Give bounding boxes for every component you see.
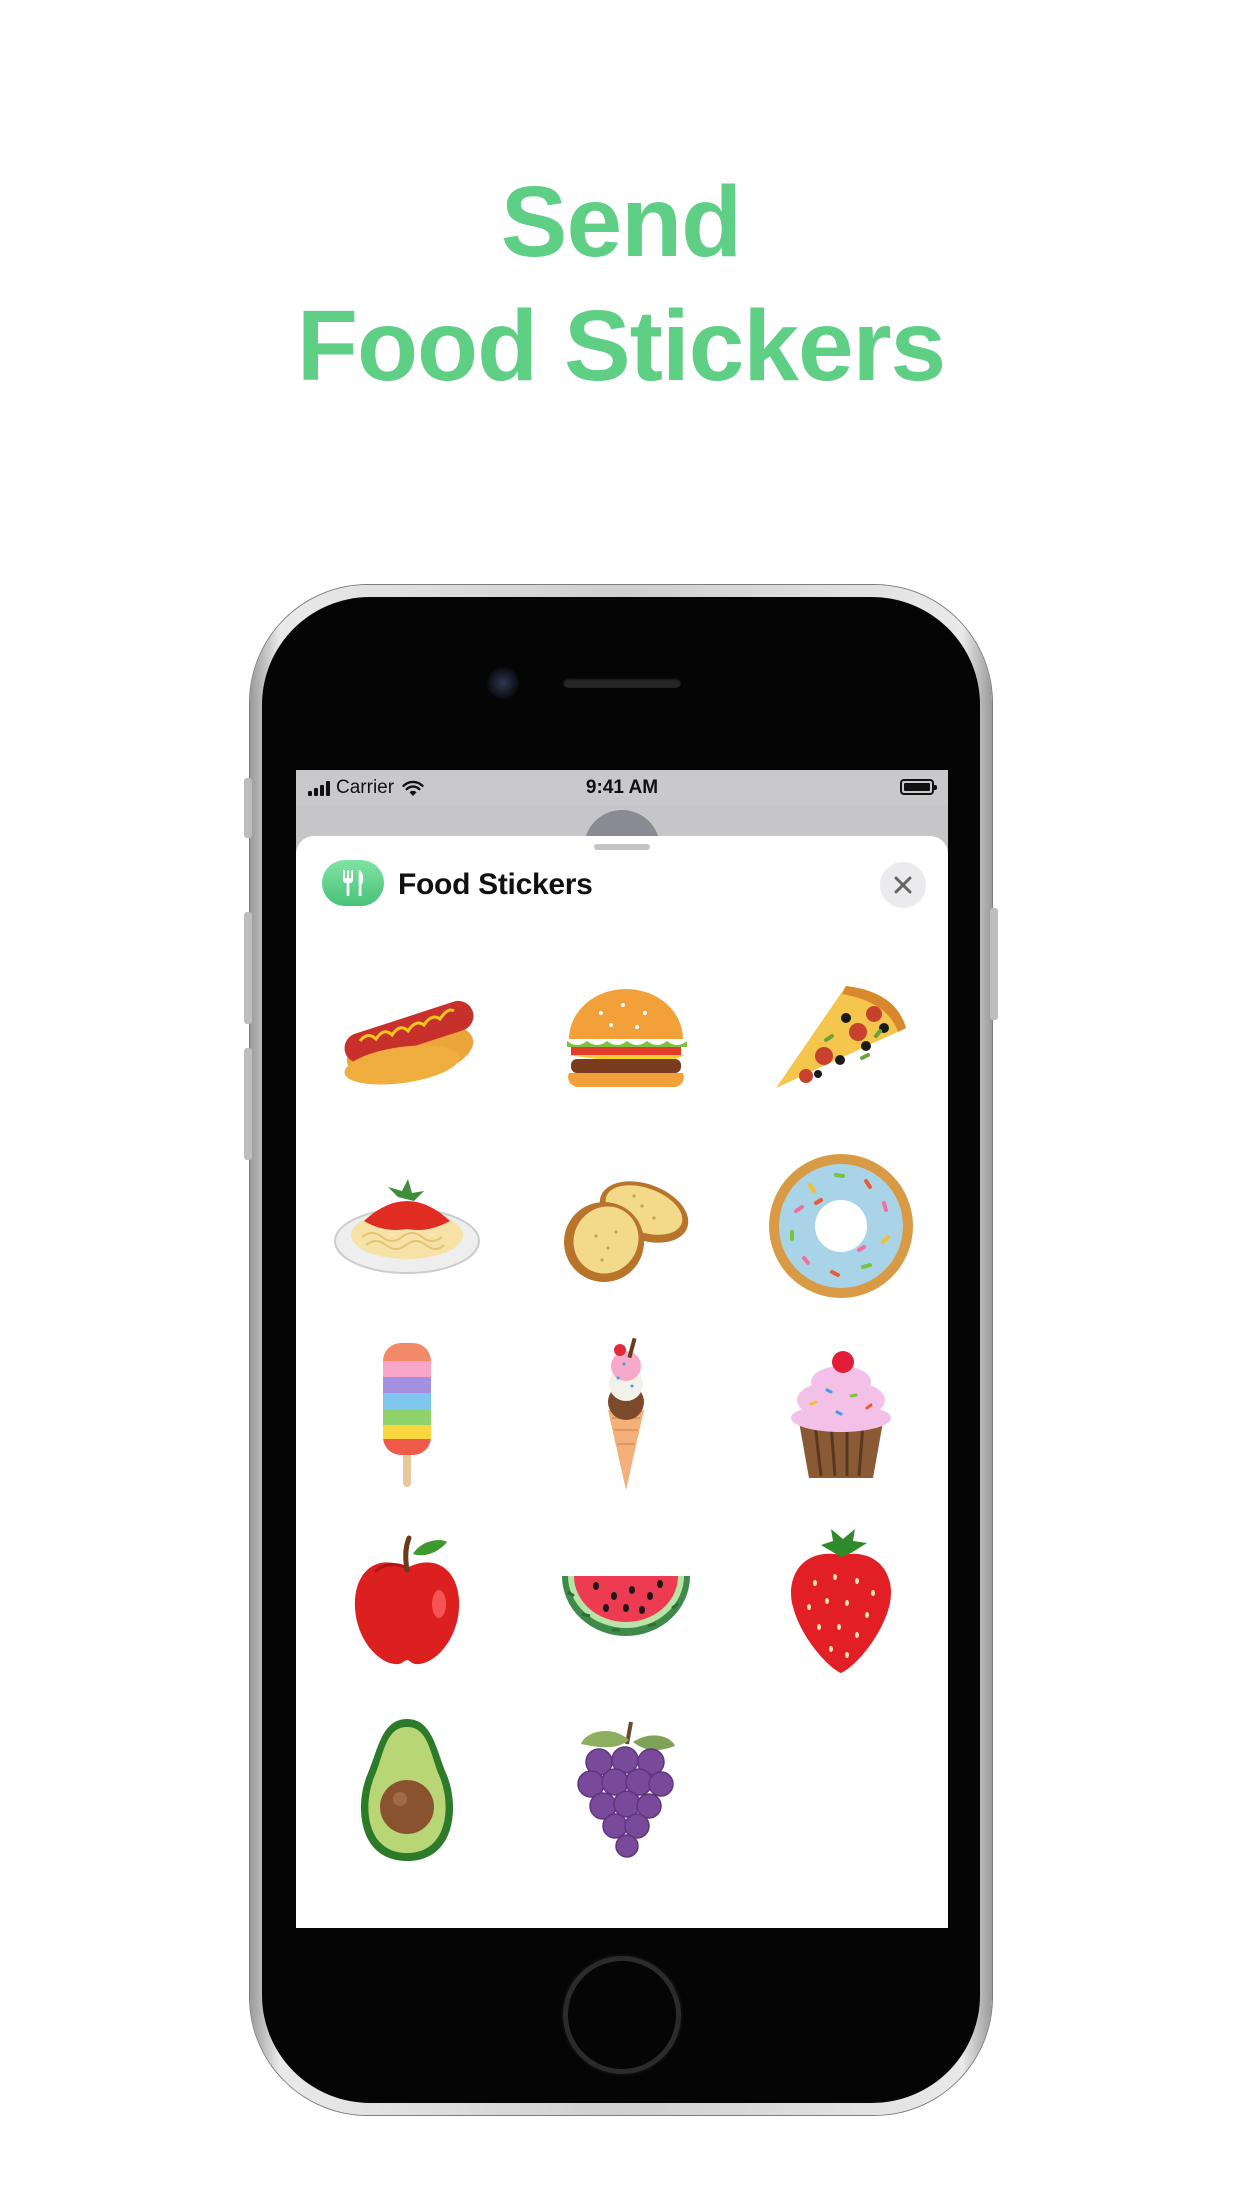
headline-line-1: Send bbox=[500, 166, 742, 278]
sticker-app-title: Food Stickers bbox=[398, 868, 593, 901]
close-icon bbox=[894, 876, 912, 894]
sticker-strawberry[interactable] bbox=[734, 1508, 948, 1696]
headline-line-2: Food Stickers bbox=[296, 290, 946, 402]
fork-knife-icon bbox=[322, 860, 384, 906]
sticker-cupcake[interactable] bbox=[734, 1320, 948, 1508]
battery-icon bbox=[900, 779, 937, 795]
sticker-grapes[interactable] bbox=[518, 1696, 734, 1884]
sticker-apple[interactable] bbox=[296, 1508, 518, 1696]
sticker-watermelon[interactable] bbox=[518, 1508, 734, 1696]
status-time: 9:41 AM bbox=[585, 777, 659, 798]
front-camera bbox=[487, 667, 519, 699]
volume-down-button bbox=[244, 1048, 252, 1160]
power-button bbox=[990, 908, 998, 1020]
phone-screen: Carrier 9:41 AM Food Stickers bbox=[296, 770, 948, 1928]
sticker-grid bbox=[296, 944, 948, 1884]
sticker-spaghetti[interactable] bbox=[296, 1132, 518, 1320]
sticker-sheet: Food Stickers bbox=[296, 836, 948, 1928]
sticker-garlic-bread[interactable] bbox=[518, 1132, 734, 1320]
headline: Send Food Stickers bbox=[0, 160, 1242, 408]
sticker-avocado[interactable] bbox=[296, 1696, 518, 1884]
sticker-pizza-slice[interactable] bbox=[734, 944, 948, 1132]
sticker-burger[interactable] bbox=[518, 944, 734, 1132]
status-bar: Carrier 9:41 AM bbox=[296, 770, 948, 806]
sticker-ice-cream-cone[interactable] bbox=[518, 1320, 734, 1508]
sticker-rainbow-popsicle[interactable] bbox=[296, 1320, 518, 1508]
sticker-donut[interactable] bbox=[734, 1132, 948, 1320]
mute-switch bbox=[244, 778, 252, 838]
sheet-grabber[interactable] bbox=[594, 844, 650, 850]
earpiece-speaker bbox=[563, 678, 681, 688]
close-button[interactable] bbox=[880, 862, 926, 908]
sticker-hot-dog[interactable] bbox=[296, 944, 518, 1132]
volume-up-button bbox=[244, 912, 252, 1024]
home-button[interactable] bbox=[563, 1956, 681, 2074]
